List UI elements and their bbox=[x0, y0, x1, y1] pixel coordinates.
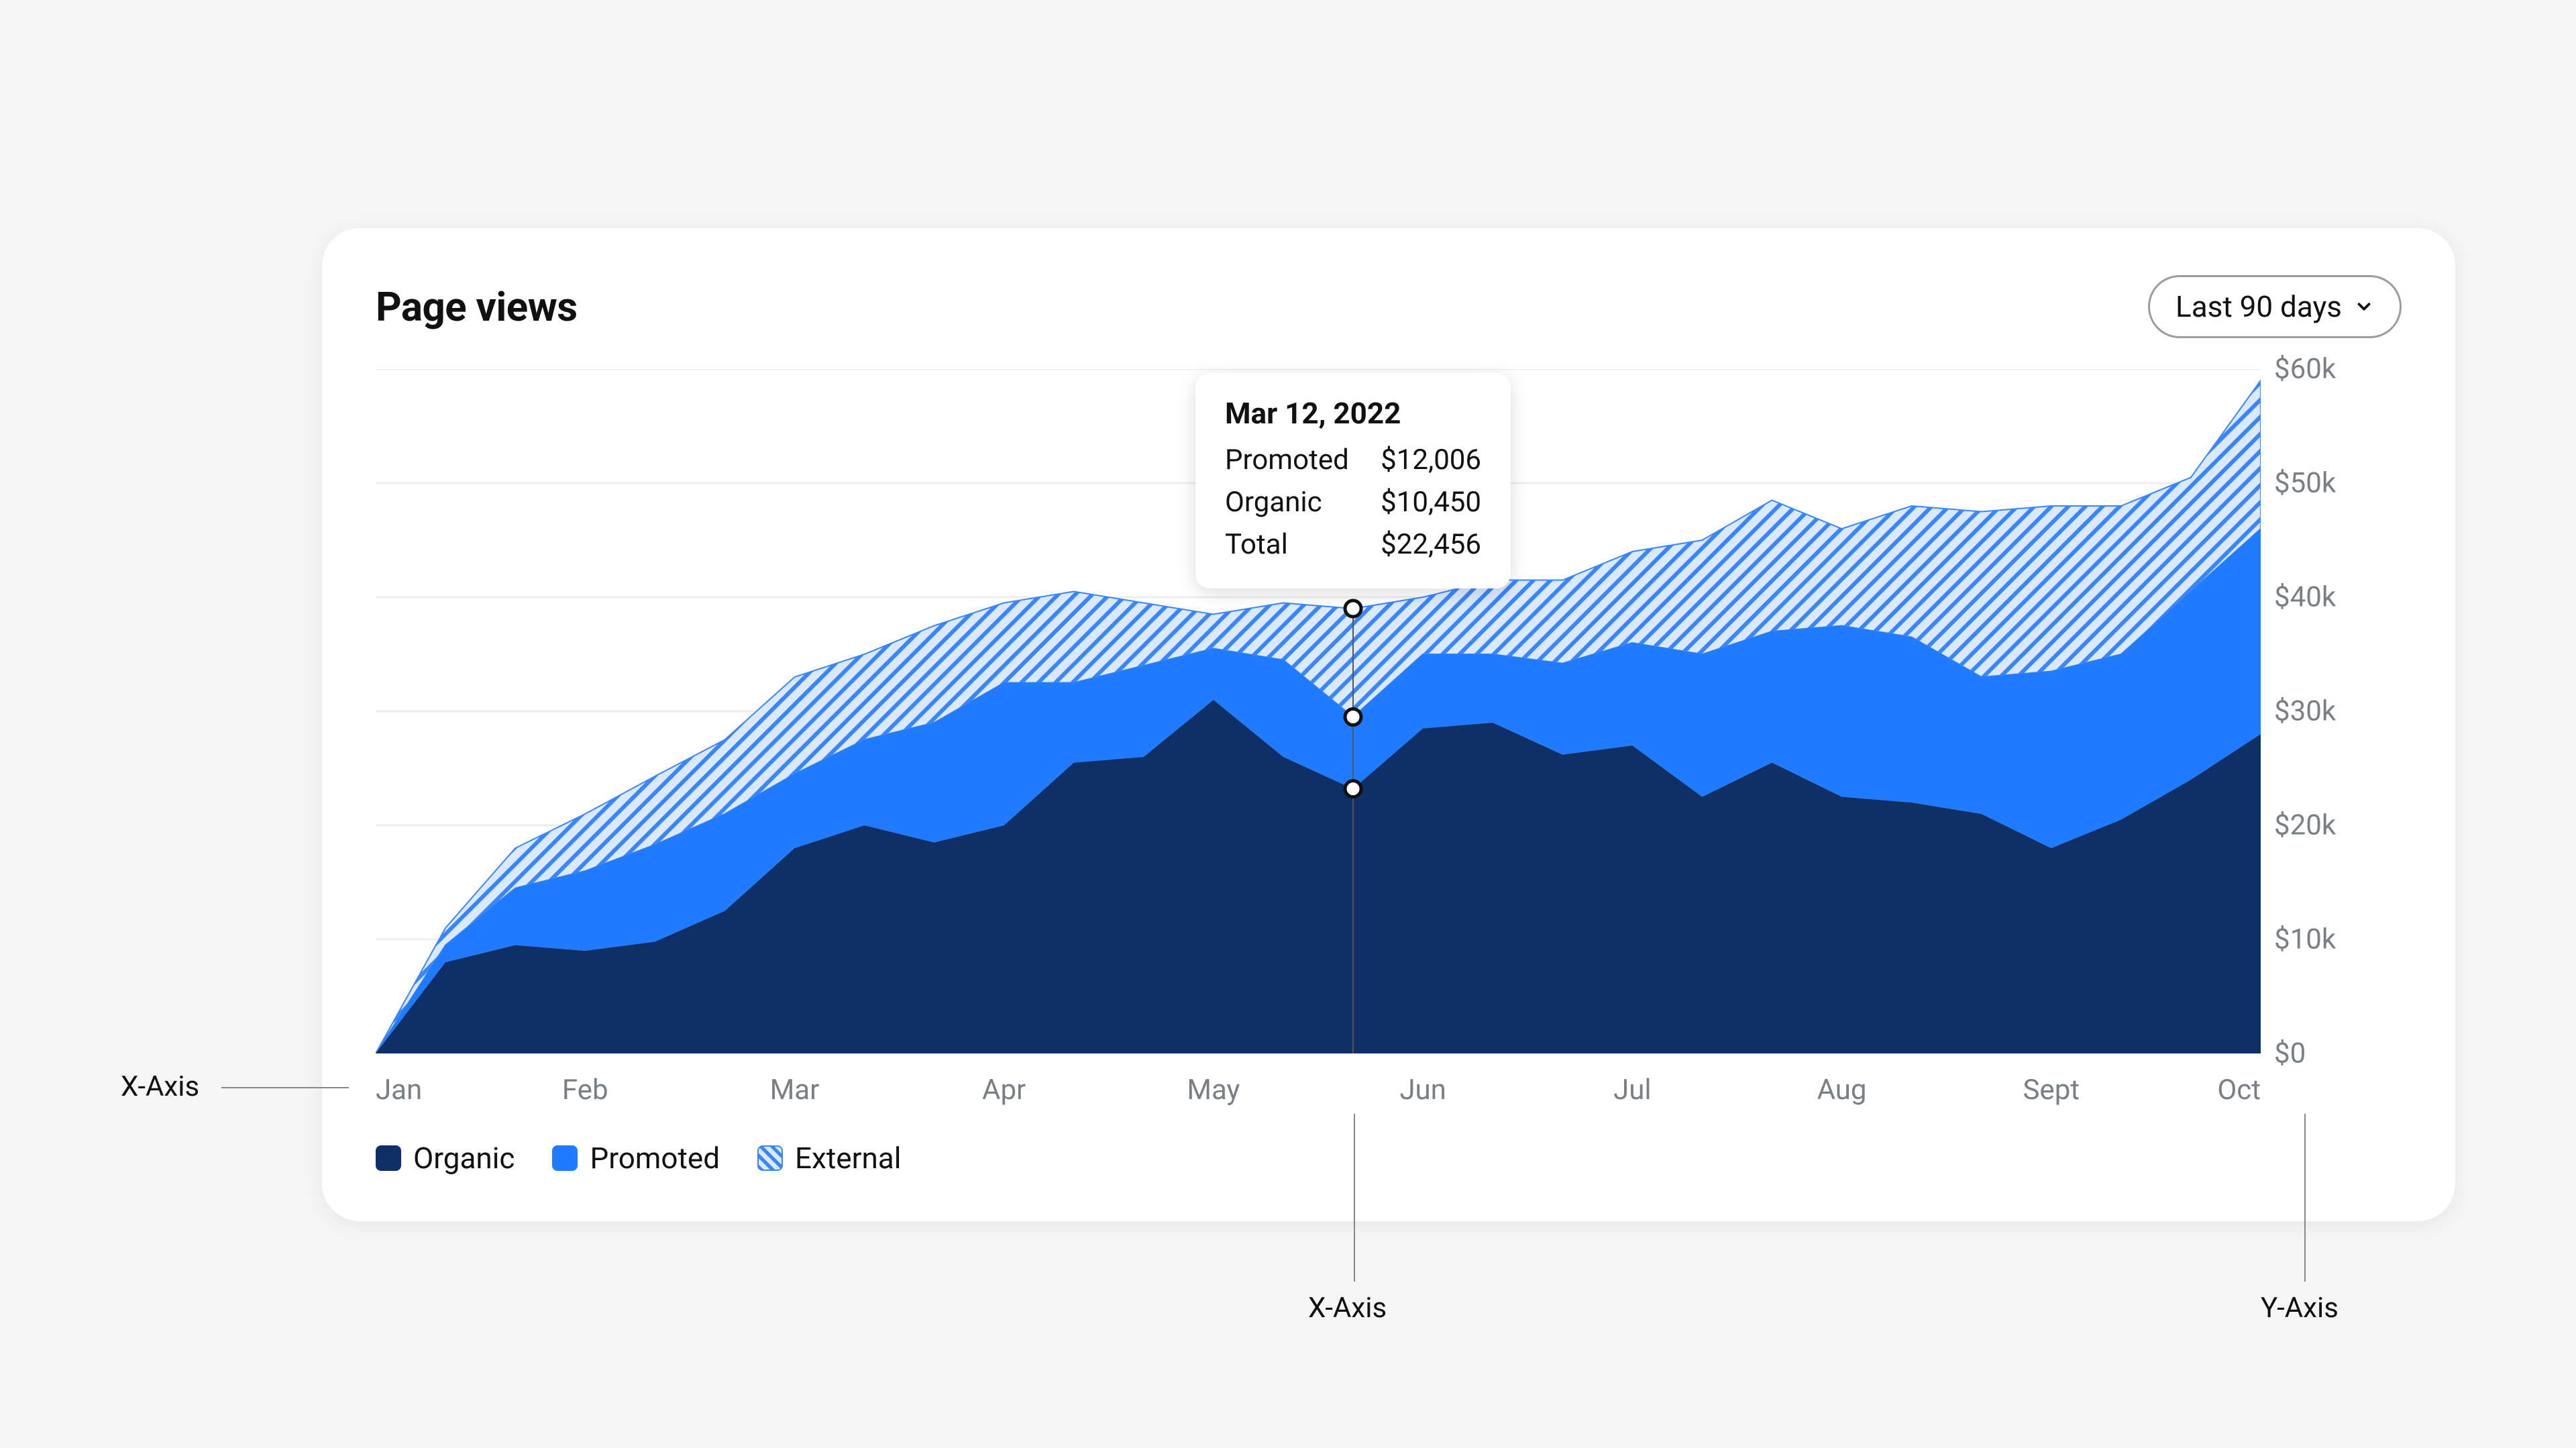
legend-item-promoted: Promoted bbox=[552, 1141, 720, 1176]
legend-item-organic: Organic bbox=[376, 1141, 515, 1176]
tooltip-row: Promoted $12,006 bbox=[1225, 439, 1481, 481]
x-tick-label: Feb bbox=[562, 1074, 608, 1106]
legend-swatch-organic bbox=[376, 1145, 401, 1171]
annotation-line bbox=[2304, 1114, 2306, 1282]
y-tick-label: $0 bbox=[2274, 1037, 2306, 1070]
tooltip-row-value: $10,450 bbox=[1381, 481, 1481, 523]
x-tick-label: Sept bbox=[2023, 1074, 2080, 1106]
x-tick-label: Jul bbox=[1613, 1074, 1652, 1106]
time-range-dropdown[interactable]: Last 90 days bbox=[2148, 275, 2402, 338]
legend-swatch-external bbox=[757, 1145, 783, 1171]
tooltip-date: Mar 12, 2022 bbox=[1225, 396, 1481, 431]
y-tick-label: $30k bbox=[2274, 695, 2336, 728]
time-range-label: Last 90 days bbox=[2176, 289, 2342, 324]
x-tick-label: Oct bbox=[2217, 1074, 2261, 1106]
tooltip-row-label: Promoted bbox=[1225, 439, 1349, 481]
y-tick-label: $20k bbox=[2274, 809, 2336, 842]
legend-label-external: External bbox=[795, 1141, 901, 1176]
annotation-x-axis-side: X-Axis bbox=[121, 1070, 199, 1103]
y-tick-label: $60k bbox=[2274, 353, 2336, 386]
tooltip-row: Total $22,456 bbox=[1225, 523, 1481, 566]
x-tick-label: May bbox=[1187, 1074, 1240, 1106]
x-tick-label: Jun bbox=[1399, 1074, 1446, 1106]
legend-swatch-promoted bbox=[552, 1145, 578, 1171]
y-tick-label: $10k bbox=[2274, 923, 2336, 956]
legend-label-promoted: Promoted bbox=[590, 1141, 720, 1176]
card-header: Page views Last 90 days bbox=[376, 275, 2402, 338]
chevron-down-icon bbox=[2354, 297, 2374, 317]
chart-legend: Organic Promoted External bbox=[376, 1141, 901, 1176]
chart-tooltip: Mar 12, 2022 Promoted $12,006 Organic $1… bbox=[1195, 373, 1511, 588]
y-tick-label: $50k bbox=[2274, 467, 2336, 500]
tooltip-row-value: $12,006 bbox=[1381, 439, 1481, 481]
chart-card: Page views Last 90 days $0 $10k $20k $30k $4… bbox=[322, 228, 2455, 1221]
tooltip-row-label: Total bbox=[1225, 523, 1288, 566]
legend-item-external: External bbox=[757, 1141, 901, 1176]
annotation-y-axis-bottom: Y-Axis bbox=[2261, 1292, 2339, 1325]
x-tick-label: Apr bbox=[982, 1074, 1026, 1106]
tooltip-row-label: Organic bbox=[1225, 481, 1322, 523]
x-tick-label: Jan bbox=[376, 1074, 422, 1106]
annotation-line bbox=[221, 1087, 349, 1088]
annotation-x-axis-bottom: X-Axis bbox=[1308, 1292, 1387, 1325]
y-tick-label: $40k bbox=[2274, 581, 2336, 614]
legend-label-organic: Organic bbox=[413, 1141, 515, 1176]
x-axis-ticks: Jan Feb Mar Apr May Jun Jul Aug Sept Oct bbox=[376, 1074, 2261, 1114]
annotation-line bbox=[1354, 1114, 1355, 1282]
chart-title: Page views bbox=[376, 283, 578, 331]
x-tick-label: Mar bbox=[770, 1074, 820, 1106]
x-tick-label: Aug bbox=[1817, 1074, 1867, 1106]
tooltip-row: Organic $10,450 bbox=[1225, 481, 1481, 523]
tooltip-row-value: $22,456 bbox=[1381, 523, 1481, 566]
y-axis-ticks: $0$10k$20k$30k$40k$50k$60k bbox=[2274, 369, 2408, 1053]
